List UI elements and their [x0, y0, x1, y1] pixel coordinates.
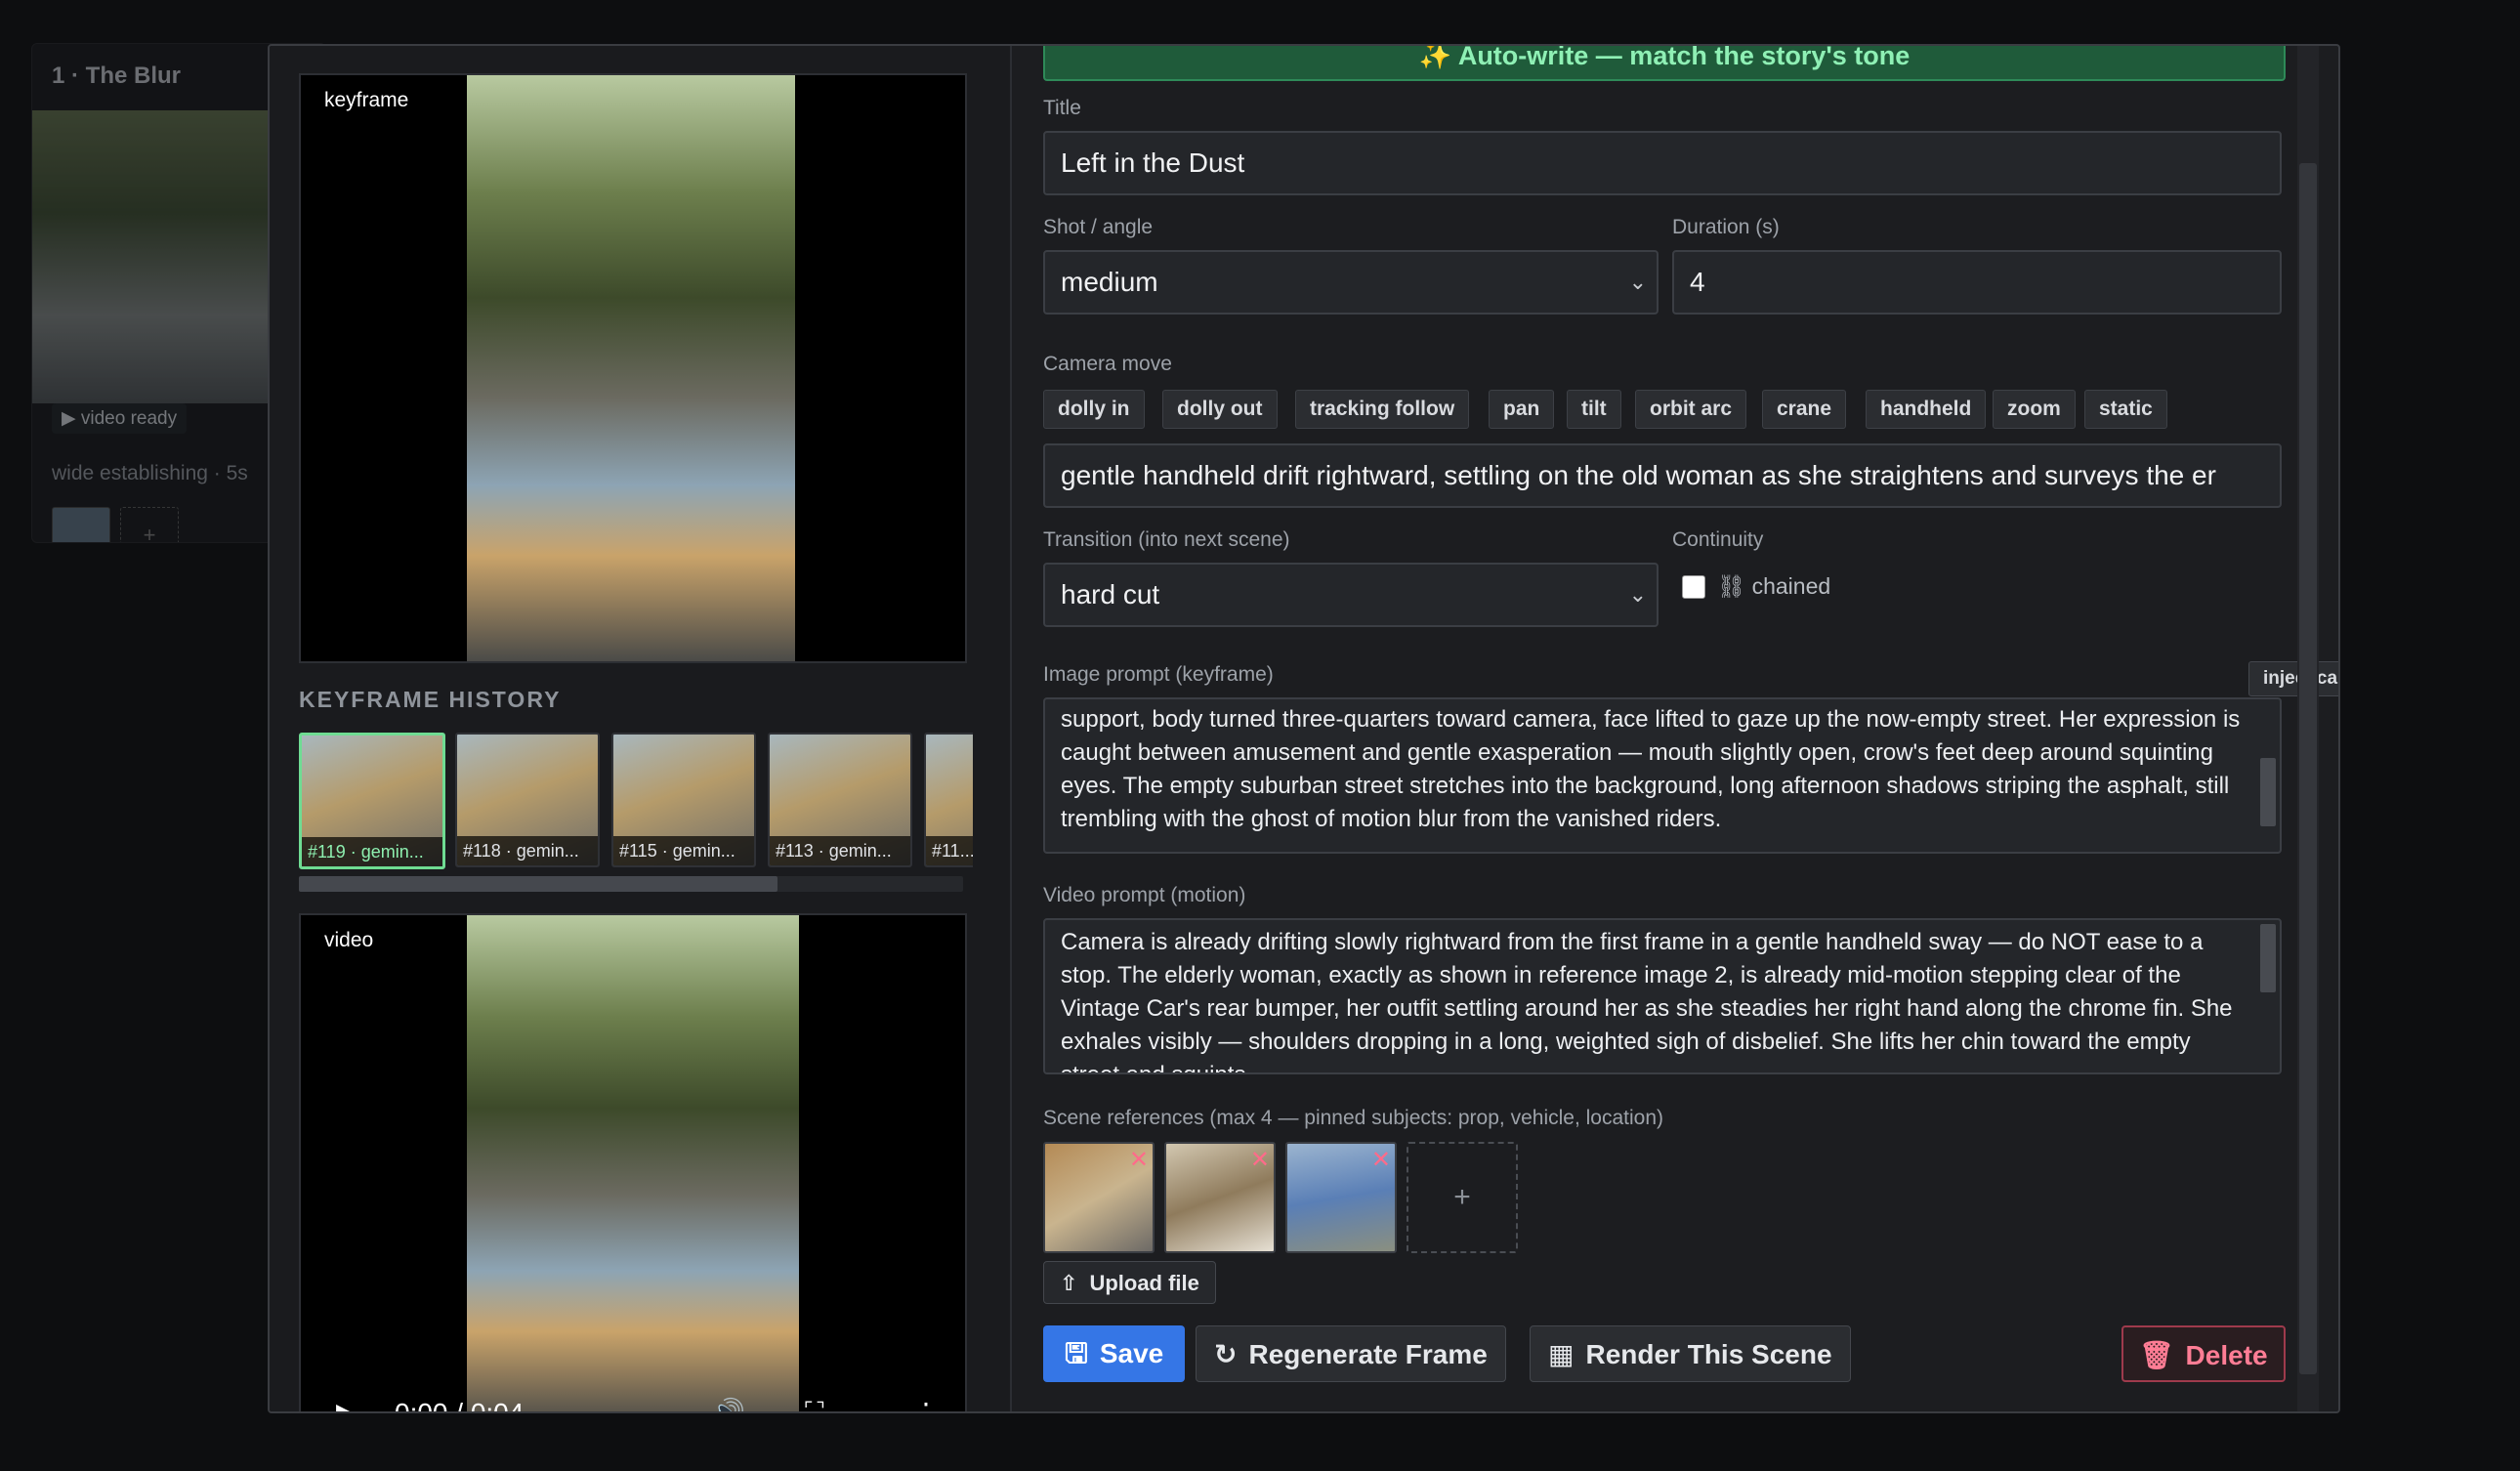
keyframe-label: keyframe: [324, 89, 409, 111]
media-panel: keyframe KEYFRAME HISTORY #119 · gemin..…: [270, 46, 1012, 1411]
reference-thumb[interactable]: ✕: [1285, 1142, 1397, 1253]
refresh-icon: ↻: [1214, 1339, 1238, 1369]
shot-select[interactable]: medium ⌄: [1043, 250, 1659, 315]
transition-label: Transition (into next scene): [1043, 528, 1290, 551]
image-prompt-label: Image prompt (keyframe): [1043, 663, 1274, 686]
scene-card-add-ref: +: [120, 507, 179, 542]
camera-move-input[interactable]: gentle handheld drift rightward, settlin…: [1043, 443, 2282, 508]
image-prompt-scrollbar[interactable]: [2260, 758, 2276, 826]
title-label: Title: [1043, 97, 1081, 119]
fullscreen-icon[interactable]: ⛶: [805, 1397, 824, 1411]
history-caption: #113 · gemin...: [770, 836, 910, 865]
shot-label: Shot / angle: [1043, 216, 1154, 238]
history-scrollbar[interactable]: [299, 876, 963, 892]
history-caption: #118 · gemin...: [457, 836, 598, 865]
upload-icon: ⇧: [1060, 1271, 1078, 1295]
video-time: 0:00 / 0:04: [395, 1398, 525, 1413]
history-scroll-thumb[interactable]: [299, 876, 777, 892]
reference-thumb[interactable]: ✕: [1164, 1142, 1276, 1253]
history-thumb[interactable]: #11...: [924, 733, 973, 867]
chip-tilt[interactable]: tilt: [1567, 390, 1621, 429]
transition-select[interactable]: hard cut ⌄: [1043, 563, 1659, 627]
chip-dolly-out[interactable]: dolly out: [1162, 390, 1278, 429]
video-frame: [467, 915, 799, 1411]
chip-dolly-in[interactable]: dolly in: [1043, 390, 1145, 429]
upload-file-button[interactable]: ⇧ Upload file: [1043, 1261, 1216, 1304]
scene-editor-modal: keyframe KEYFRAME HISTORY #119 · gemin..…: [268, 44, 2340, 1413]
history-thumb[interactable]: #118 · gemin...: [455, 733, 600, 867]
chevron-down-icon: ⌄: [1628, 270, 1647, 294]
reference-thumb[interactable]: ✕: [1043, 1142, 1155, 1253]
video-prompt-text: Camera is already drifting slowly rightw…: [1061, 929, 2233, 1072]
image-prompt-text: image 2, placed just behind the Monte Ca…: [1061, 706, 2241, 832]
scene-card-ref-thumb: [52, 507, 110, 542]
video-label: video: [324, 929, 374, 951]
continuity-label: Continuity: [1672, 528, 1764, 551]
history-thumb[interactable]: #119 · gemin...: [299, 733, 445, 869]
more-options-icon[interactable]: ⋮: [912, 1397, 940, 1411]
auto-write-button[interactable]: ✨ Auto-write — match the story's tone: [1043, 46, 2286, 81]
keyframe-preview: keyframe: [299, 73, 967, 663]
film-icon: ▦: [1548, 1339, 1575, 1369]
video-player[interactable]: video ▶ 0:00 / 0:04 🔊 ⛶ ⋮: [299, 913, 967, 1413]
scene-card-meta: wide establishing · 5s: [52, 462, 248, 484]
chip-zoom[interactable]: zoom: [1993, 390, 2076, 429]
render-label: Render This Scene: [1585, 1339, 1832, 1369]
history-thumb[interactable]: #115 · gemin...: [611, 733, 756, 867]
form-scroll-thumb[interactable]: [2299, 163, 2317, 1374]
chip-tracking-follow[interactable]: tracking follow: [1295, 390, 1470, 429]
chip-pan[interactable]: pan: [1489, 390, 1555, 429]
remove-icon[interactable]: ✕: [1371, 1146, 1391, 1174]
transition-select-value: hard cut: [1061, 579, 1160, 609]
image-prompt-textarea[interactable]: image 2, placed just behind the Monte Ca…: [1043, 697, 2282, 854]
history-thumb[interactable]: #113 · gemin...: [768, 733, 912, 867]
form-scrollbar[interactable]: [2297, 46, 2319, 1411]
keyframe-image: [467, 75, 795, 661]
history-caption: #115 · gemin...: [613, 836, 754, 865]
history-caption: #119 · gemin...: [302, 837, 442, 866]
upload-label: Upload file: [1089, 1271, 1199, 1295]
chip-orbit-arc[interactable]: orbit arc: [1635, 390, 1747, 429]
video-ready-badge: ▶ video ready: [52, 403, 188, 434]
chained-checkbox[interactable]: [1682, 575, 1705, 599]
video-prompt-textarea[interactable]: Camera is already drifting slowly rightw…: [1043, 918, 2282, 1074]
delete-label: Delete: [2185, 1340, 2268, 1370]
camera-move-label: Camera move: [1043, 353, 1172, 375]
remove-icon[interactable]: ✕: [1250, 1146, 1270, 1174]
title-input[interactable]: Left in the Dust: [1043, 131, 2282, 195]
play-icon[interactable]: ▶: [336, 1397, 357, 1411]
history-caption: #11...: [926, 836, 973, 865]
save-button[interactable]: 🖫 Save: [1043, 1325, 1186, 1382]
trash-icon: 🗑: [2139, 1340, 2174, 1370]
inject-camera-button[interactable]: inject camera → video prompt: [2248, 661, 2338, 696]
regenerate-label: Regenerate Frame: [1248, 1339, 1488, 1369]
video-prompt-label: Video prompt (motion): [1043, 884, 1246, 906]
chip-handheld[interactable]: handheld: [1866, 390, 1987, 429]
chip-static[interactable]: static: [2084, 390, 2167, 429]
regenerate-frame-button[interactable]: ↻ Regenerate Frame: [1196, 1325, 1506, 1382]
keyframe-history-strip[interactable]: #119 · gemin... #118 · gemin... #115 · g…: [299, 733, 973, 869]
duration-input[interactable]: 4: [1672, 250, 2282, 315]
scene-form: ✨ Auto-write — match the story's tone Ti…: [1012, 46, 2338, 1411]
add-reference-button[interactable]: +: [1407, 1142, 1518, 1253]
remove-icon[interactable]: ✕: [1129, 1146, 1149, 1174]
duration-label: Duration (s): [1672, 216, 1780, 238]
render-scene-button[interactable]: ▦ Render This Scene: [1530, 1325, 1851, 1382]
save-icon: 🖫: [1065, 1338, 1088, 1368]
video-prompt-scrollbar[interactable]: [2260, 924, 2276, 992]
keyframe-history-title: KEYFRAME HISTORY: [299, 687, 562, 712]
video-controls: ▶ 0:00 / 0:04 🔊 ⛶ ⋮: [301, 1355, 965, 1413]
chevron-down-icon: ⌄: [1628, 582, 1647, 607]
volume-icon[interactable]: 🔊: [711, 1397, 745, 1411]
chained-label: ⛓ chained: [1717, 573, 1831, 599]
chip-crane[interactable]: crane: [1762, 390, 1847, 429]
delete-button[interactable]: 🗑 Delete: [2121, 1325, 2286, 1382]
shot-select-value: medium: [1061, 267, 1158, 297]
scene-references-label: Scene references (max 4 — pinned subject…: [1043, 1107, 1663, 1129]
save-label: Save: [1099, 1338, 1164, 1368]
